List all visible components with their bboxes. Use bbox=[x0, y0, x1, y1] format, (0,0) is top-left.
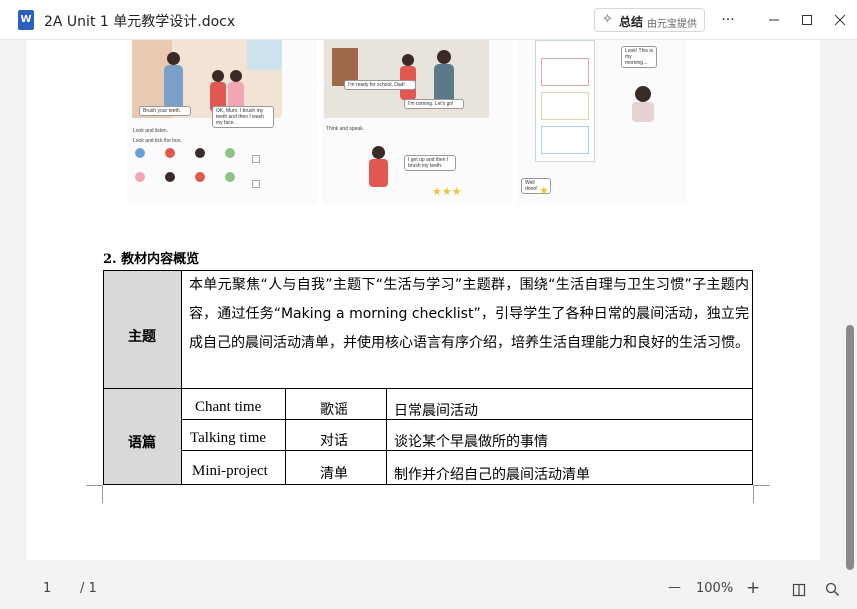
section-heading: 2. 教材内容概览 bbox=[103, 252, 200, 267]
speech-bubble: Look! This is my morning... bbox=[621, 46, 657, 68]
layout-button[interactable] bbox=[792, 582, 806, 601]
maximize-button[interactable] bbox=[795, 8, 819, 32]
columns-icon bbox=[792, 583, 806, 597]
exercise-instruction: Look and tick the box. bbox=[133, 138, 182, 144]
text-type: 歌谣 bbox=[320, 402, 348, 418]
minimize-button[interactable] bbox=[762, 8, 786, 32]
text-type: 对话 bbox=[320, 433, 348, 449]
zoom-out-button[interactable]: — bbox=[668, 580, 681, 595]
tick-box-pictures bbox=[135, 148, 245, 192]
child-figure bbox=[212, 70, 224, 82]
minimize-icon bbox=[769, 19, 779, 21]
texts-header: 语篇 bbox=[128, 435, 156, 451]
topic-header: 主题 bbox=[128, 329, 156, 345]
mum-figure bbox=[167, 52, 180, 65]
zoom-in-button[interactable]: + bbox=[746, 578, 760, 598]
textbook-panel-1: Brush your teeth. OK, Mum. I brush my te… bbox=[127, 40, 317, 205]
speech-bubble: Brush your teeth. bbox=[139, 106, 191, 116]
margin-mark bbox=[102, 485, 103, 503]
document-page[interactable]: Brush your teeth. OK, Mum. I brush my te… bbox=[27, 40, 820, 560]
sparkle-icon: ✧ bbox=[602, 12, 613, 27]
exercise-instruction: Look and listen. bbox=[133, 128, 169, 134]
text-name: Chant time bbox=[195, 399, 262, 415]
more-button[interactable]: ··· bbox=[716, 8, 740, 32]
close-button[interactable] bbox=[828, 8, 852, 32]
speech-bubble: I'm coming. Let's go! bbox=[404, 99, 464, 109]
teacher-figure bbox=[635, 86, 651, 102]
word-doc-icon: W bbox=[18, 10, 34, 30]
star-icon: ★ bbox=[539, 184, 549, 197]
current-page[interactable]: 1 bbox=[43, 581, 51, 596]
textbook-panel-2: I'm ready for school, Dad! I'm coming. L… bbox=[322, 40, 512, 205]
star-icon: ★★★ bbox=[432, 185, 462, 198]
summary-label: 总结 bbox=[619, 15, 644, 29]
text-type: 清单 bbox=[320, 466, 348, 482]
text-description: 谈论某个早晨做所的事情 bbox=[394, 434, 548, 450]
textbook-panel-3: Look! This is my morning... Well done! ★ bbox=[517, 40, 687, 205]
summary-button[interactable]: ✧ 总结 由元宝提供 bbox=[594, 8, 705, 32]
search-icon bbox=[825, 582, 839, 596]
text-description: 日常晨间活动 bbox=[394, 403, 478, 419]
maximize-icon bbox=[802, 15, 812, 25]
dad-figure bbox=[437, 50, 451, 64]
title-bar: W 2A Unit 1 单元教学设计.docx ✧ 总结 由元宝提供 ··· bbox=[0, 0, 857, 40]
textbook-image: Brush your teeth. OK, Mum. I brush my te… bbox=[127, 40, 687, 208]
speech-bubble: OK, Mum. I brush my teeth and then I was… bbox=[212, 106, 274, 128]
total-pages: / 1 bbox=[80, 581, 97, 596]
document-title: 2A Unit 1 单元教学设计.docx bbox=[44, 14, 236, 30]
text-name: Mini-project bbox=[192, 463, 268, 479]
topic-paragraph: 本单元聚焦“人与自我”主题下“生活与学习”主题群，围绕“生活自理与卫生习惯”子主… bbox=[189, 277, 749, 351]
close-icon bbox=[834, 14, 846, 26]
speech-bubble: I'm ready for school, Dad! bbox=[344, 80, 416, 90]
margin-mark bbox=[753, 485, 754, 503]
margin-mark bbox=[86, 485, 102, 486]
status-bar: 1 / 1 — 100% + bbox=[0, 570, 857, 609]
margin-mark bbox=[754, 485, 770, 486]
zoom-level[interactable]: 100% bbox=[696, 581, 733, 596]
vertical-scrollbar[interactable] bbox=[846, 325, 854, 570]
more-icon: ··· bbox=[721, 12, 735, 28]
exercise-instruction: Think and speak. bbox=[326, 126, 365, 132]
text-description: 制作并介绍自己的晨间活动清单 bbox=[394, 467, 590, 483]
search-button[interactable] bbox=[825, 582, 840, 601]
speech-bubble: I get up and then I brush my teeth. bbox=[404, 155, 456, 171]
summary-provider: 由元宝提供 bbox=[647, 19, 697, 30]
text-name: Talking time bbox=[190, 430, 267, 446]
